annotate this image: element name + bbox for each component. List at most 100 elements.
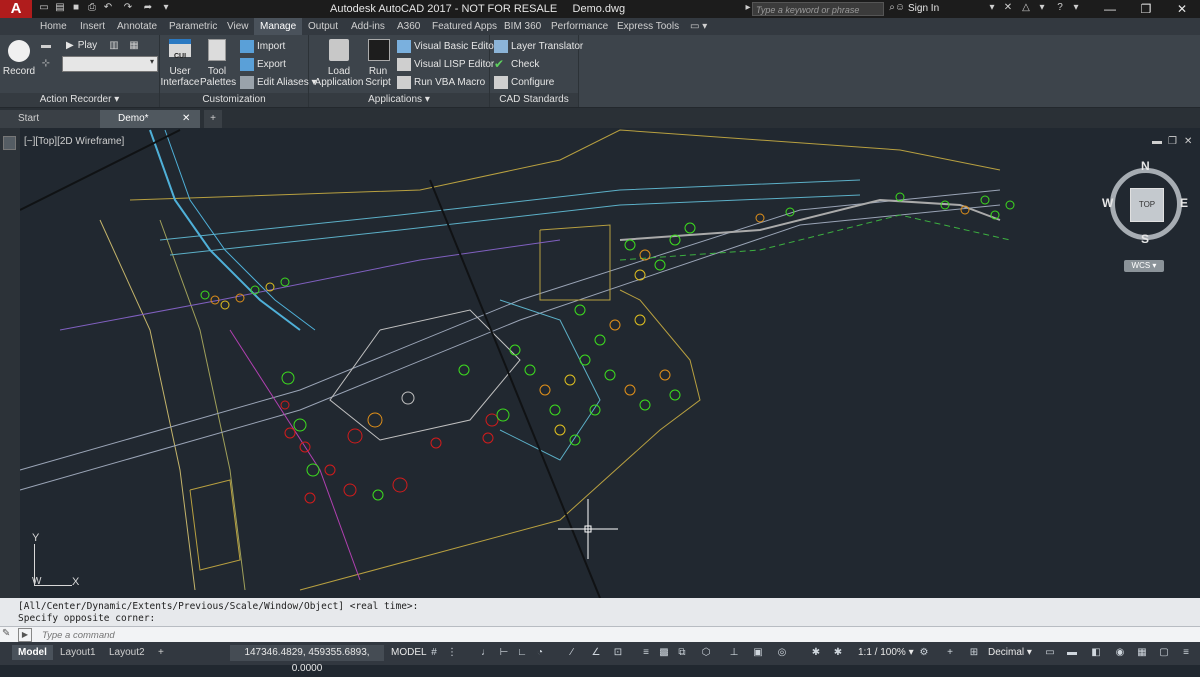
minimize-button[interactable]: — xyxy=(1092,0,1128,18)
layout-tab-model[interactable]: Model xyxy=(12,645,53,660)
compass-south[interactable]: S xyxy=(1141,232,1149,246)
add-layout-button[interactable]: + xyxy=(152,645,170,660)
new-file-icon[interactable]: ▭ xyxy=(38,2,50,14)
tab-output[interactable]: Output xyxy=(302,18,344,35)
isolate-objects-icon[interactable]: ◧ xyxy=(1090,647,1102,659)
customization-menu-icon[interactable]: ≡ xyxy=(1180,647,1192,659)
tab-express-tools[interactable]: Express Tools xyxy=(611,18,685,35)
edit-aliases-button[interactable]: Edit Aliases ▾ xyxy=(240,76,317,89)
isodraft-icon[interactable]: ∕ xyxy=(566,647,578,659)
hardware-acceleration-icon[interactable]: ◉ xyxy=(1114,647,1126,659)
panel-title-action-recorder[interactable]: Action Recorder ▾ xyxy=(0,93,159,107)
compass-west[interactable]: W xyxy=(1102,196,1113,210)
workspace-gear-icon[interactable]: ⚙ xyxy=(918,647,930,659)
tab-performance[interactable]: Performance xyxy=(545,18,614,35)
polar-tracking-icon[interactable]: ◔ xyxy=(534,647,546,659)
a360-icon[interactable]: △ xyxy=(1020,2,1032,14)
viewcube-top-face[interactable]: TOP xyxy=(1130,188,1164,222)
load-application-button[interactable]: Load Application xyxy=(313,66,365,88)
tab-home[interactable]: Home xyxy=(34,18,73,35)
signin-dropdown-icon[interactable]: ▾ xyxy=(986,2,998,14)
properties-strip-icon[interactable] xyxy=(3,136,16,150)
panel-title-applications[interactable]: Applications ▾ xyxy=(309,93,489,107)
sign-in-button[interactable]: Sign In xyxy=(908,3,939,14)
run-vba-macro-button[interactable]: Run VBA Macro xyxy=(397,76,485,89)
annotation-scale[interactable]: 1:1 / 100% ▾ xyxy=(858,645,914,661)
layer-translator-button[interactable]: Layer Translator xyxy=(494,40,583,53)
tab-bim-360[interactable]: BIM 360 xyxy=(498,18,547,35)
application-menu-button[interactable]: A xyxy=(0,0,32,18)
command-input[interactable] xyxy=(42,628,1162,642)
graphics-performance-icon[interactable]: ▦ xyxy=(1136,647,1148,659)
ortho-icon[interactable]: ∟ xyxy=(516,647,528,659)
units-icon[interactable]: ⊞ xyxy=(968,647,980,659)
import-button[interactable]: Import xyxy=(240,40,285,53)
viewport-minimize-icon[interactable]: ▬ xyxy=(1152,136,1162,147)
macro-select[interactable]: ▾ xyxy=(62,56,158,72)
model-space-button[interactable]: MODEL xyxy=(388,645,430,661)
tab-featured-apps[interactable]: Featured Apps xyxy=(426,18,503,35)
lock-ui-icon[interactable]: ▬ xyxy=(1066,647,1078,659)
viewport-restore-icon[interactable]: ❐ xyxy=(1168,136,1177,147)
tool-palettes-button[interactable]: Tool Palettes xyxy=(200,66,236,88)
search-input[interactable]: Type a keyword or phrase xyxy=(752,2,884,16)
undo-icon[interactable]: ↶ xyxy=(102,2,114,14)
request-input-icon[interactable]: ⊹ xyxy=(40,58,52,70)
object-snap-tracking-icon[interactable]: ∠ xyxy=(590,647,602,659)
open-icon[interactable]: ▤ xyxy=(54,2,66,14)
new-tab-button[interactable]: + xyxy=(204,110,222,128)
print-icon[interactable]: ⎙ xyxy=(86,2,98,14)
coordinates-readout[interactable]: 147346.4829, 459355.6893, 0.0000 xyxy=(230,645,384,674)
tab-insert[interactable]: Insert xyxy=(74,18,111,35)
close-tab-icon[interactable]: ✕ xyxy=(182,110,190,128)
redo-icon[interactable]: ↷ xyxy=(122,2,134,14)
manage-macros-icon[interactable]: ▦ xyxy=(128,40,140,52)
share-icon[interactable]: ➦ xyxy=(142,2,154,14)
selection-filter-icon[interactable]: ▣ xyxy=(752,647,764,659)
annotation-visibility-icon[interactable]: ✱ xyxy=(810,647,822,659)
export-button[interactable]: Export xyxy=(240,58,286,71)
restore-button[interactable]: ❐ xyxy=(1128,0,1164,18)
layout-tab-layout2[interactable]: Layout2 xyxy=(103,645,151,660)
record-button[interactable]: Record xyxy=(2,66,36,77)
close-button[interactable]: ✕ xyxy=(1164,0,1200,18)
dynamic-ucs-icon[interactable]: ⊥ xyxy=(728,647,740,659)
run-script-button[interactable]: Run Script xyxy=(364,66,392,88)
tab-manage[interactable]: Manage xyxy=(254,18,303,35)
autoscale-icon[interactable]: ✱ xyxy=(832,647,844,659)
infer-constraints-icon[interactable]: ♩ xyxy=(480,647,492,659)
play-button[interactable]: ▶ Play xyxy=(66,40,97,51)
tab-a360[interactable]: A360 xyxy=(391,18,426,35)
command-customize-icon[interactable]: ✎ xyxy=(2,628,10,639)
file-tab-demo[interactable]: Demo* ✕ xyxy=(100,110,200,128)
insert-message-icon[interactable]: ▬ xyxy=(40,40,52,52)
compass-north[interactable]: N xyxy=(1141,159,1150,173)
save-icon[interactable]: ■ xyxy=(70,2,82,14)
drawing-area[interactable] xyxy=(0,128,1200,598)
stay-connected-icon[interactable]: ▾ xyxy=(1036,2,1048,14)
help-icon[interactable]: ? xyxy=(1054,2,1066,14)
configure-button[interactable]: Configure xyxy=(494,76,554,89)
file-tab-start[interactable]: Start xyxy=(0,110,100,128)
wcs-menu[interactable]: WCS ▾ xyxy=(1124,260,1164,272)
grid-icon[interactable]: # xyxy=(428,647,440,659)
viewport-controls-label[interactable]: [−][Top][2D Wireframe] xyxy=(24,136,124,147)
quick-properties-icon[interactable]: ▭ xyxy=(1044,647,1056,659)
transparency-icon[interactable]: ▩ xyxy=(658,647,670,659)
compass-east[interactable]: E xyxy=(1180,196,1188,210)
dynamic-input-icon[interactable]: ⊢ xyxy=(498,647,510,659)
gizmo-icon[interactable]: ◎ xyxy=(776,647,788,659)
drawing-canvas[interactable] xyxy=(0,128,1200,598)
user-interface-button[interactable]: User Interface xyxy=(160,66,200,88)
annotation-monitor-icon[interactable]: + xyxy=(944,647,956,659)
exchange-icon[interactable]: ✕ xyxy=(1002,2,1014,14)
clean-screen-icon[interactable]: ▢ xyxy=(1158,647,1170,659)
visual-basic-editor-button[interactable]: Visual Basic Editor xyxy=(397,40,497,53)
viewport-close-icon[interactable]: ✕ xyxy=(1184,136,1192,147)
record-icon[interactable] xyxy=(8,40,30,62)
viewcube[interactable]: TOP N S E W xyxy=(1102,159,1188,246)
3d-object-snap-icon[interactable]: ⬡ xyxy=(700,647,712,659)
visual-lisp-editor-button[interactable]: Visual LISP Editor xyxy=(397,58,494,71)
layout-tab-layout1[interactable]: Layout1 xyxy=(54,645,102,660)
tab-view[interactable]: View xyxy=(221,18,255,35)
